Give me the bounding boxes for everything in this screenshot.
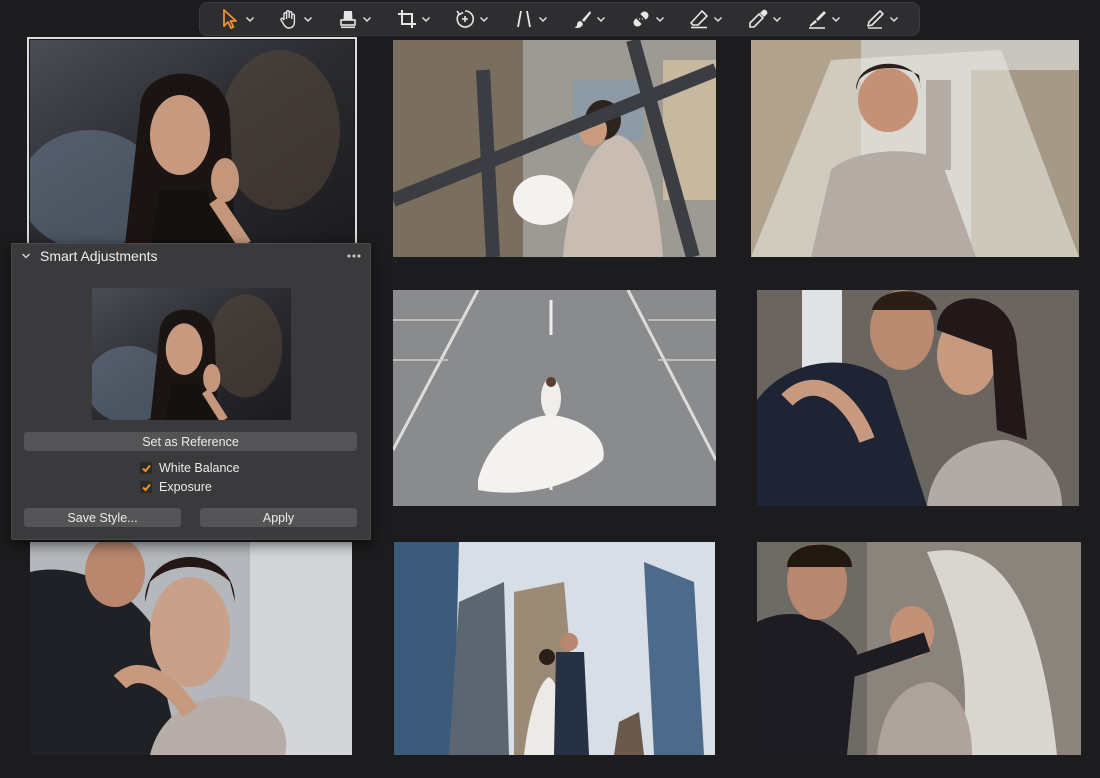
- chevron-down-icon: [538, 16, 547, 23]
- stamp-icon: [340, 11, 356, 29]
- chevron-down-icon: [890, 16, 899, 23]
- photo-image: [757, 290, 1079, 506]
- chevron-down-icon: [655, 16, 664, 23]
- exposure-label: Exposure: [159, 480, 212, 494]
- tool-stamp[interactable]: [334, 6, 375, 32]
- more-options-icon[interactable]: [346, 253, 362, 259]
- white-balance-checkbox[interactable]: [140, 462, 152, 474]
- white-balance-label: White Balance: [159, 461, 240, 475]
- chevron-down-icon: [304, 16, 313, 23]
- photo-image: [30, 40, 354, 245]
- chevron-down-icon: [245, 16, 254, 23]
- panel-header[interactable]: Smart Adjustments: [12, 244, 370, 268]
- photo-thumbnail[interactable]: [751, 40, 1079, 257]
- rotate-icon: [456, 10, 475, 28]
- photo-image: [393, 290, 716, 506]
- photo-image: [30, 542, 352, 755]
- photo-image: [394, 542, 715, 755]
- photo-thumbnail[interactable]: [27, 37, 357, 248]
- brush-icon: [574, 11, 592, 28]
- chevron-down-icon: [597, 16, 606, 23]
- photo-thumbnail[interactable]: [30, 542, 352, 755]
- gradient-icon: [808, 11, 826, 29]
- chevron-down-icon: [831, 16, 840, 23]
- tool-brush[interactable]: [568, 6, 609, 32]
- white-balance-option[interactable]: White Balance: [140, 461, 240, 475]
- tool-palette: [199, 2, 920, 36]
- annotate-pen-icon: [867, 10, 884, 29]
- exposure-checkbox[interactable]: [140, 481, 152, 493]
- photo-thumbnail[interactable]: [393, 40, 716, 257]
- tool-crop[interactable]: [393, 6, 434, 32]
- tool-color-picker[interactable]: [744, 6, 785, 32]
- set-as-reference-button[interactable]: Set as Reference: [24, 432, 357, 451]
- crop-icon: [397, 10, 416, 28]
- chevron-down-icon: [772, 16, 782, 23]
- reference-image-preview: [92, 288, 291, 420]
- checkmark-icon: [141, 483, 151, 491]
- apply-button[interactable]: Apply: [200, 508, 357, 527]
- tool-pan[interactable]: [275, 6, 316, 32]
- tool-annotate[interactable]: [861, 6, 902, 32]
- tool-rotate[interactable]: [451, 6, 492, 32]
- photo-thumbnail[interactable]: [757, 290, 1079, 506]
- tool-keystone[interactable]: [510, 6, 551, 32]
- panel-title: Smart Adjustments: [40, 248, 158, 264]
- chevron-down-icon: [480, 16, 489, 23]
- select-arrow-icon: [222, 9, 237, 29]
- reference-image: [92, 288, 291, 420]
- tool-select[interactable]: [217, 6, 258, 32]
- chevron-down-icon: [421, 16, 430, 23]
- photo-thumbnail[interactable]: [393, 290, 716, 506]
- tool-gradient[interactable]: [803, 6, 844, 32]
- checkmark-icon: [141, 464, 151, 472]
- chevron-down-icon[interactable]: [20, 250, 32, 262]
- tool-eraser[interactable]: [685, 6, 726, 32]
- photo-thumbnail[interactable]: [394, 542, 715, 755]
- photo-image: [757, 542, 1081, 755]
- photo-image: [393, 40, 716, 257]
- save-style-button[interactable]: Save Style...: [24, 508, 181, 527]
- exposure-option[interactable]: Exposure: [140, 480, 212, 494]
- heal-bandage-icon: [633, 11, 649, 27]
- chevron-down-icon: [714, 16, 723, 23]
- tool-heal[interactable]: [627, 6, 668, 32]
- chevron-down-icon: [362, 16, 371, 23]
- photo-thumbnail[interactable]: [757, 542, 1081, 755]
- color-picker-icon: [749, 9, 768, 28]
- photo-image: [751, 40, 1079, 257]
- smart-adjustments-panel: Smart Adjustments Set as Reference White…: [11, 243, 371, 540]
- pan-hand-icon: [280, 10, 296, 29]
- keystone-icon: [516, 10, 531, 28]
- eraser-icon: [690, 10, 709, 29]
